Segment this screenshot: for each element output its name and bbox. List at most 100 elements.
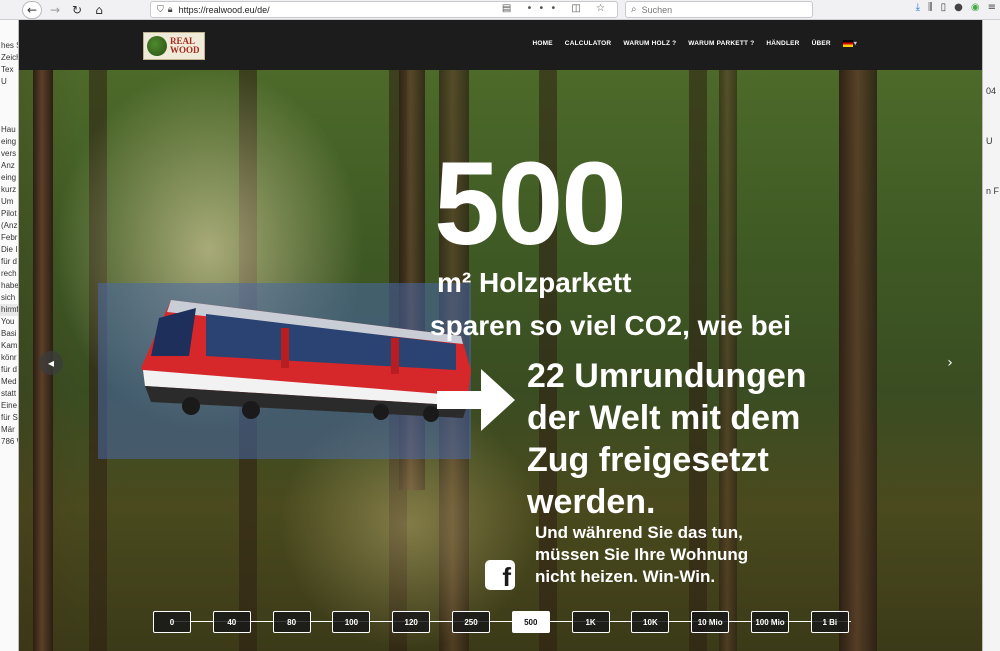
background-text-line: n F: [986, 186, 1000, 196]
step-button[interactable]: 100 Mio: [751, 611, 789, 633]
back-button[interactable]: ←: [22, 0, 42, 19]
main-menu: HOME CALCULATOR WARUM HOLZ ? WARUM PARKE…: [532, 40, 857, 47]
facebook-share-icon[interactable]: f: [485, 560, 515, 590]
background-text-line: Pilot: [1, 209, 17, 218]
step-button[interactable]: 250: [452, 611, 490, 633]
background-text-line: Hau: [1, 125, 16, 134]
hero-sub-text: Und während Sie das tun, müssen Sie Ihre…: [535, 522, 835, 588]
background-text-line: hes S: [1, 41, 18, 50]
hero-main-line: 22 Umrundungen: [527, 357, 807, 395]
toolbar-right-icons: ⤓ ⫼ ▯ ● ◉ ≡: [916, 2, 996, 13]
address-bar[interactable]: ⛉ 🔒︎ https://realwood.eu/de/ ▤ ••• ◫ ☆: [150, 1, 618, 18]
background-text-line: 786 W: [1, 437, 18, 446]
background-text-line: Mär: [1, 425, 15, 434]
background-text-line: Med: [1, 377, 17, 386]
background-text-line: (Anz: [1, 221, 18, 230]
background-text-line: hirmfoto: [0, 304, 19, 316]
step-button[interactable]: 10K: [631, 611, 670, 633]
language-selector[interactable]: ▾: [842, 40, 857, 48]
account-icon[interactable]: ●: [954, 2, 963, 13]
nav-warum-parkett[interactable]: WARUM PARKETT ?: [688, 40, 754, 47]
hero-main-text: 22 Umrundungen der Welt mit dem Zug frei…: [527, 355, 927, 523]
background-text-line: U: [986, 136, 993, 146]
menu-icon[interactable]: ≡: [988, 2, 996, 13]
background-text-line: statt: [1, 389, 17, 398]
background-text-line: vers: [1, 149, 17, 158]
hero-number: 500: [434, 138, 627, 270]
background-window-right: 04 Un F: [982, 20, 1000, 651]
step-button[interactable]: 80: [272, 611, 311, 633]
step-button[interactable]: 100: [332, 611, 371, 633]
hero-unit-line: m² Holzparkett: [437, 267, 632, 298]
background-text-line: für d: [1, 257, 18, 266]
background-text-line: kurz: [1, 185, 17, 194]
nav-ueber[interactable]: ÜBER: [812, 40, 831, 47]
reload-button[interactable]: ↻: [68, 1, 86, 19]
slider-prev-button[interactable]: ◂: [39, 351, 63, 375]
background-text-line: You: [1, 317, 15, 326]
hero-main-line: der Welt mit dem: [527, 399, 801, 437]
search-placeholder: Suchen: [641, 4, 673, 15]
home-button[interactable]: ⌂: [90, 1, 108, 19]
nav-warum-holz[interactable]: WARUM HOLZ ?: [623, 40, 676, 47]
lock-icon[interactable]: 🔒︎: [168, 5, 173, 15]
url-text[interactable]: https://realwood.eu/de/: [179, 5, 270, 15]
background-text-line: könr: [1, 353, 17, 362]
step-button[interactable]: 500: [511, 611, 550, 633]
background-text-line: Um: [1, 197, 14, 206]
nav-home[interactable]: HOME: [532, 40, 552, 47]
site-navbar: REAL WOOD HOME CALCULATOR WARUM HOLZ ? W…: [19, 20, 982, 70]
background-text-line: Kam: [1, 341, 18, 350]
hero-sub-line: müssen Sie Ihre Wohnung: [535, 545, 749, 564]
dropdown-caret-icon: ▾: [853, 41, 857, 48]
forward-button[interactable]: →: [46, 1, 64, 19]
background-text-line: Eine: [1, 401, 18, 410]
hero-sub-line: nicht heizen. Win-Win.: [535, 567, 716, 586]
background-text-line: Zeich: [1, 53, 19, 62]
background-text-line: für S: [1, 413, 18, 422]
step-button[interactable]: 10 Mio: [691, 611, 730, 633]
step-button[interactable]: 40: [212, 611, 251, 633]
search-icon: ⌕: [631, 4, 637, 15]
realwood-logo[interactable]: REAL WOOD: [143, 32, 205, 60]
page-actions-icons[interactable]: ▤ ••• ◫ ☆: [502, 3, 611, 14]
tracking-shield-icon[interactable]: ⛉: [157, 5, 164, 15]
download-icon[interactable]: ⤓: [916, 2, 920, 13]
step-button[interactable]: 0: [153, 611, 191, 633]
hero-main-line: Zug freigesetzt: [527, 441, 769, 479]
background-text-line: 04: [986, 86, 997, 96]
background-text-line: rech: [1, 269, 17, 278]
step-button[interactable]: 1 Bi: [810, 611, 849, 633]
quantity-steps: 0 40 80 100 120 250 500 1K 10K 10 Mio 100 Mio 1 Bi: [153, 611, 853, 635]
background-text-line: Anz: [1, 161, 15, 170]
search-input[interactable]: ⌕ Suchen: [625, 1, 813, 18]
extension-icon[interactable]: ◉: [971, 2, 980, 13]
hero-main-line: werden.: [527, 483, 656, 521]
arrow-right-icon: [437, 369, 515, 431]
german-flag-icon: [842, 40, 853, 47]
train-image: [141, 300, 471, 422]
nav-calculator[interactable]: CALCULATOR: [565, 40, 612, 47]
browser-toolbar: ← → ↻ ⌂ ⛉ 🔒︎ https://realwood.eu/de/ ▤ •…: [0, 0, 1000, 20]
background-text-line: Basi: [1, 329, 17, 338]
background-text-line: Febr: [1, 233, 18, 242]
background-text-line: Tex: [1, 65, 14, 74]
sidebar-icon[interactable]: ▯: [941, 2, 947, 13]
background-window-left: hes S Zeich Tex U Hau eing vers Anz eing kurz Um Pi…: [0, 20, 19, 651]
background-text-line: U: [1, 77, 7, 86]
slider-next-button[interactable]: ›: [940, 351, 960, 375]
background-text-line: sich: [1, 293, 16, 302]
tree-logo-icon: [147, 36, 167, 56]
website-viewport: REAL WOOD HOME CALCULATOR WARUM HOLZ ? W…: [19, 20, 982, 651]
hero-sub-line: Und während Sie das tun,: [535, 523, 743, 542]
hero-compare-line: sparen so viel CO2, wie bei: [430, 310, 792, 341]
background-text-line: für d: [1, 365, 18, 374]
background-text-line: habe: [1, 281, 19, 290]
step-button[interactable]: 1K: [571, 611, 610, 633]
nav-haendler[interactable]: HÄNDLER: [766, 40, 799, 47]
background-text-line: eing: [1, 137, 17, 146]
background-text-line: Die I: [1, 245, 18, 254]
step-button[interactable]: 120: [392, 611, 431, 633]
library-icon[interactable]: ⫼: [928, 2, 933, 13]
background-text-line: eing: [1, 173, 17, 182]
